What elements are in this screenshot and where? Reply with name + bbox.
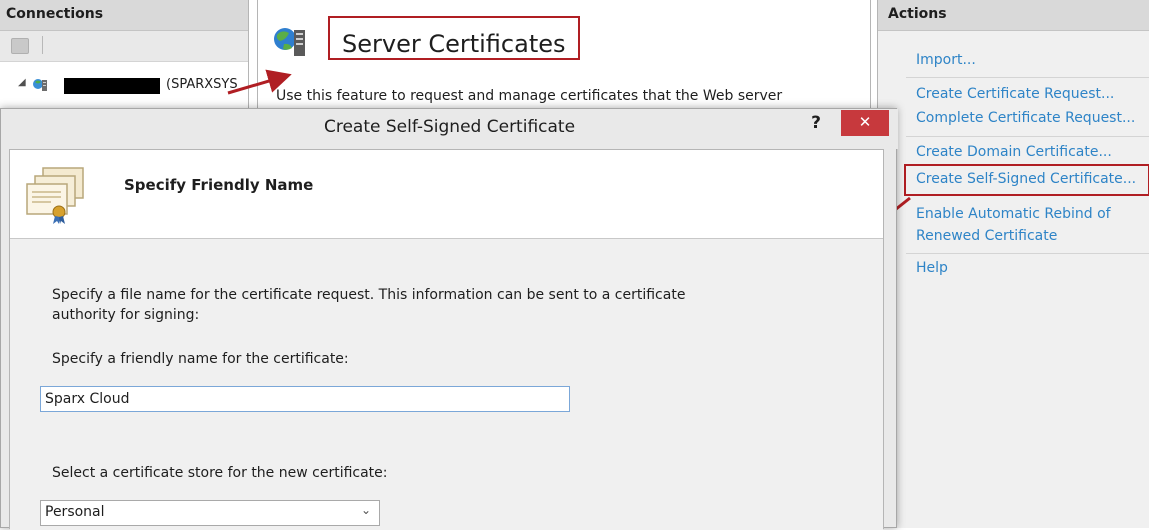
wizard-step-title: Specify Friendly Name <box>124 176 314 194</box>
chevron-down-icon[interactable]: ⌄ <box>361 503 371 517</box>
dialog-title: Create Self-Signed Certificate <box>323 117 576 137</box>
wizard-header: Specify Friendly Name <box>10 150 883 239</box>
certificates-stack-icon <box>26 167 84 224</box>
dialog-titlebar[interactable]: Create Self-Signed Certificate ? ✕ <box>1 109 898 149</box>
certificate-store-value: Personal <box>45 504 105 520</box>
create-self-signed-certificate-dialog: Create Self-Signed Certificate ? ✕ Speci… <box>0 108 898 530</box>
friendly-name-input[interactable] <box>40 386 570 412</box>
help-icon[interactable]: ? <box>801 110 831 138</box>
friendly-name-label: Specify a friendly name for the certific… <box>52 351 349 367</box>
description-line-1: Specify a file name for the certificate … <box>52 287 686 303</box>
certificate-store-label: Select a certificate store for the new c… <box>52 465 388 481</box>
description-line-2: authority for signing: <box>52 307 200 323</box>
close-icon[interactable]: ✕ <box>841 110 889 136</box>
wizard-body <box>10 239 883 530</box>
certificate-store-select[interactable]: Personal ⌄ <box>40 500 380 526</box>
